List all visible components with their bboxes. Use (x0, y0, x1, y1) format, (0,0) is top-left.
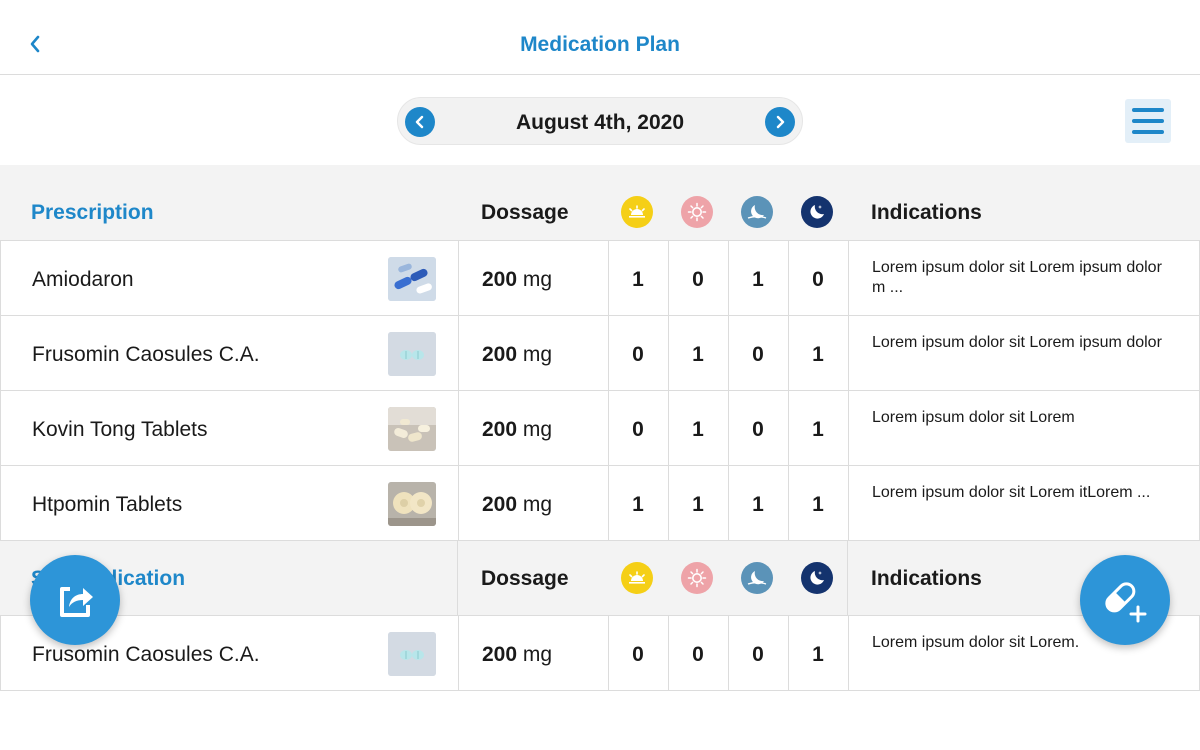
pill-image (388, 257, 436, 301)
moon-icon (741, 562, 773, 594)
night-moon-icon (801, 562, 833, 594)
add-pill-icon (1105, 582, 1147, 623)
add-medication-button[interactable] (1080, 555, 1170, 645)
drug-name: Frusomin Caosules C.A. (32, 343, 260, 366)
morning-count: 1 (632, 493, 644, 516)
sun-icon (681, 562, 713, 594)
pill-image (388, 482, 436, 526)
dosage: 200 mg (482, 343, 553, 366)
morning-count: 0 (632, 343, 644, 366)
noon-count: 0 (692, 268, 704, 291)
night-count: 0 (812, 268, 824, 291)
morning-count: 0 (632, 418, 644, 441)
indication-text: Lorem ipsum dolor sit Lorem ipsum dolor … (872, 259, 1162, 296)
evening-count: 1 (752, 493, 764, 516)
menu-button[interactable] (1125, 99, 1171, 143)
current-date: August 4th, 2020 (515, 111, 685, 134)
morning-count: 1 (632, 268, 644, 291)
night-count: 1 (812, 493, 824, 516)
drug-name: Htpomin Tablets (32, 493, 183, 516)
page-title: Medication Plan (520, 33, 680, 56)
menu-icon (1132, 108, 1164, 112)
next-date-button[interactable] (765, 107, 795, 137)
night-moon-icon (801, 196, 833, 228)
self-medication-header: Self Medication Dossage Indications (0, 541, 1200, 616)
moon-icon (741, 196, 773, 228)
section-title-prescription: Prescription (31, 201, 154, 224)
night-count: 1 (812, 418, 824, 441)
indication-text: Lorem ipsum dolor sit Lorem ipsum dolor (872, 334, 1162, 351)
pill-image (388, 332, 436, 376)
evening-count: 1 (752, 268, 764, 291)
table-row[interactable]: Amiodaron 200 mg 1 0 1 0 Lorem ipsum dol… (0, 241, 1200, 316)
dosage: 200 mg (482, 268, 553, 291)
noon-count: 0 (692, 643, 704, 666)
drug-name: Kovin Tong Tablets (32, 418, 208, 441)
noon-count: 1 (692, 493, 704, 516)
column-indications: Indications (871, 201, 982, 224)
pill-image (388, 632, 436, 676)
morning-count: 0 (632, 643, 644, 666)
column-dossage: Dossage (481, 201, 569, 224)
table-row[interactable]: Frusomin Caosules C.A. 200 mg 0 0 0 1 Lo… (0, 616, 1200, 691)
indication-text: Lorem ipsum dolor sit Lorem itLorem ... (872, 484, 1151, 501)
drug-name: Amiodaron (32, 268, 134, 291)
prescription-header: Prescription Dossage Indications (0, 165, 1200, 241)
evening-count: 0 (752, 343, 764, 366)
top-bar: Medication Plan (0, 0, 1200, 75)
pill-image (388, 407, 436, 451)
noon-count: 1 (692, 343, 704, 366)
night-count: 1 (812, 343, 824, 366)
night-count: 1 (812, 643, 824, 666)
indication-text: Lorem ipsum dolor sit Lorem (872, 409, 1075, 426)
table-row[interactable]: Frusomin Caosules C.A. 200 mg 0 1 0 1 Lo… (0, 316, 1200, 391)
share-icon (60, 587, 93, 617)
sun-icon (681, 196, 713, 228)
column-dossage: Dossage (481, 567, 569, 590)
drug-name: Frusomin Caosules C.A. (32, 643, 260, 666)
column-indications: Indications (871, 567, 982, 590)
chevron-right-icon (776, 115, 785, 129)
sunrise-icon (621, 562, 653, 594)
table-row[interactable]: Kovin Tong Tablets 200 mg 0 1 0 1 Lorem … (0, 391, 1200, 466)
dosage: 200 mg (482, 643, 553, 666)
share-button[interactable] (30, 555, 120, 645)
evening-count: 0 (752, 418, 764, 441)
sunrise-icon (621, 196, 653, 228)
evening-count: 0 (752, 643, 764, 666)
date-navigator: August 4th, 2020 (397, 97, 803, 145)
dosage: 200 mg (482, 493, 553, 516)
table-row[interactable]: Htpomin Tablets 200 mg 1 1 1 1 Lorem ips… (0, 466, 1200, 541)
dosage: 200 mg (482, 418, 553, 441)
noon-count: 1 (692, 418, 704, 441)
